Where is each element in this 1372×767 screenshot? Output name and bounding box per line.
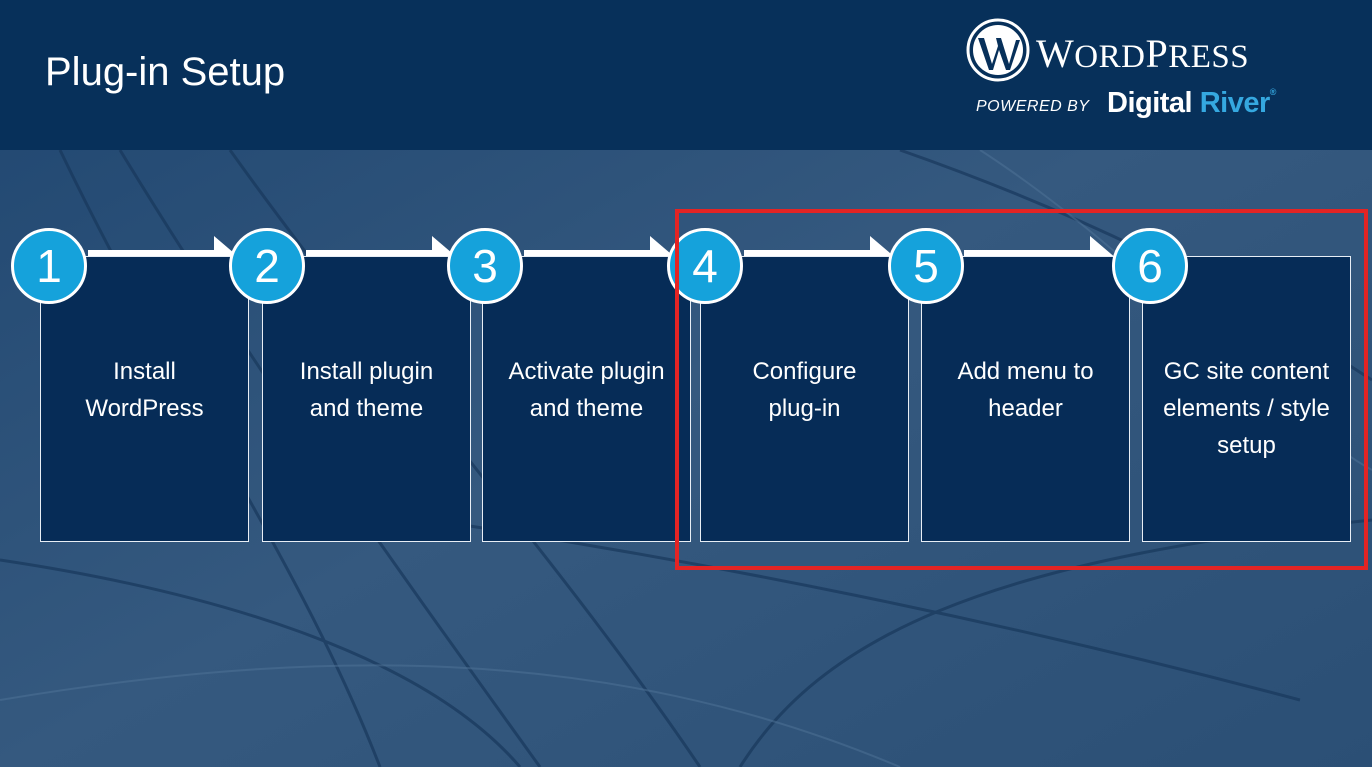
step-label: Install plugin and theme — [263, 353, 470, 427]
step-label-line: WordPress — [85, 395, 204, 422]
step-box-1: Install WordPress — [40, 256, 249, 542]
step-number-badge-1: 1 — [11, 228, 87, 304]
step-number-badge-2: 2 — [229, 228, 305, 304]
step-box-3: Activate plugin and theme — [482, 256, 691, 542]
step-label-line: and theme — [309, 395, 424, 422]
highlight-frame — [675, 209, 1368, 570]
step-label-line: Install plugin — [299, 358, 434, 385]
step-label: Install WordPress — [41, 353, 248, 427]
step-label-line: Activate plugin — [508, 358, 665, 385]
step-box-2: Install plugin and theme — [262, 256, 471, 542]
step-label-line: and theme — [529, 395, 644, 422]
step-label: Activate plugin and theme — [483, 353, 690, 427]
step-label-line: Install — [113, 358, 176, 385]
step-number-badge-3: 3 — [447, 228, 523, 304]
